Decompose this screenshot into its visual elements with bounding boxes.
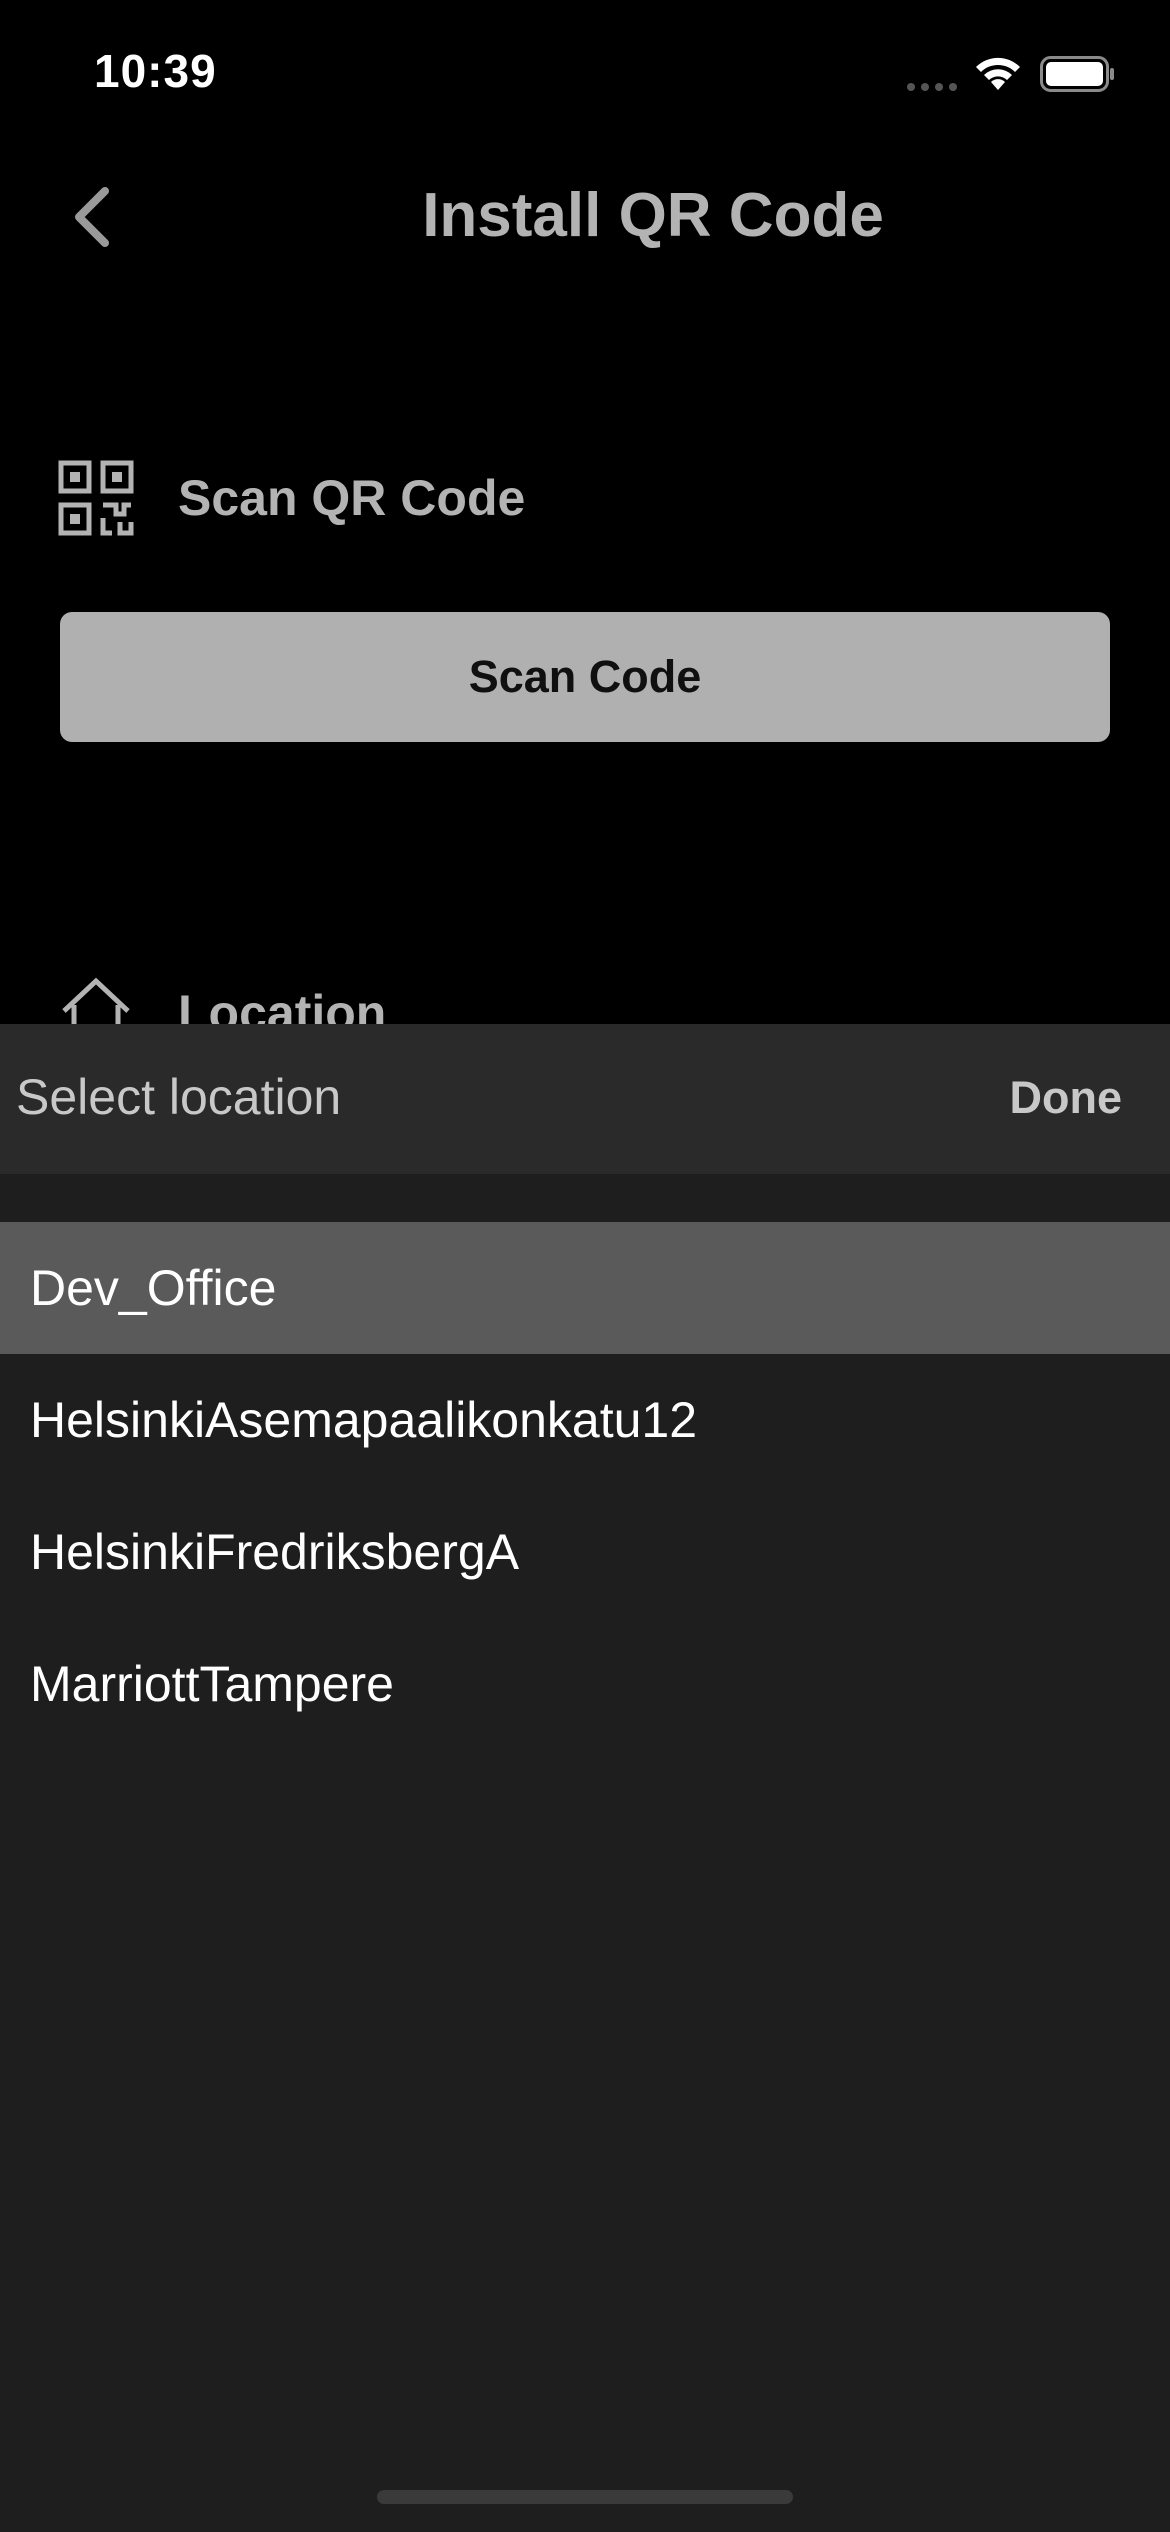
status-time: 10:39	[94, 45, 217, 97]
location-picker-sheet: Select location Done Dev_Office Helsinki…	[0, 1024, 1170, 2532]
status-bar: 10:39	[0, 0, 1170, 150]
cellular-signal-icon	[907, 83, 957, 91]
location-option-marriott-tampere[interactable]: MarriottTampere	[0, 1618, 1170, 1750]
battery-icon	[1040, 56, 1114, 92]
location-option-helsinki-asemapaalikonkatu12[interactable]: HelsinkiAsemapaalikonkatu12	[0, 1354, 1170, 1486]
scan-section-label: Scan QR Code	[178, 470, 526, 526]
home-indicator[interactable]	[377, 2490, 793, 2504]
location-list: Dev_Office HelsinkiAsemapaalikonkatu12 H…	[0, 1222, 1170, 1750]
wifi-icon	[976, 57, 1020, 90]
scan-code-button[interactable]: Scan Code	[60, 612, 1110, 742]
navigation-bar: Install QR Code	[0, 160, 1170, 270]
location-option-helsinki-fredriksberg-a[interactable]: HelsinkiFredriksbergA	[0, 1486, 1170, 1618]
qr-code-icon	[58, 460, 134, 536]
scan-section-header: Scan QR Code	[58, 460, 526, 536]
picker-title: Select location	[16, 1069, 342, 1125]
page-title: Install QR Code	[422, 181, 884, 250]
picker-toolbar: Select location Done	[0, 1024, 1170, 1174]
done-button[interactable]: Done	[1010, 1072, 1123, 1124]
location-option-dev-office[interactable]: Dev_Office	[0, 1222, 1170, 1354]
